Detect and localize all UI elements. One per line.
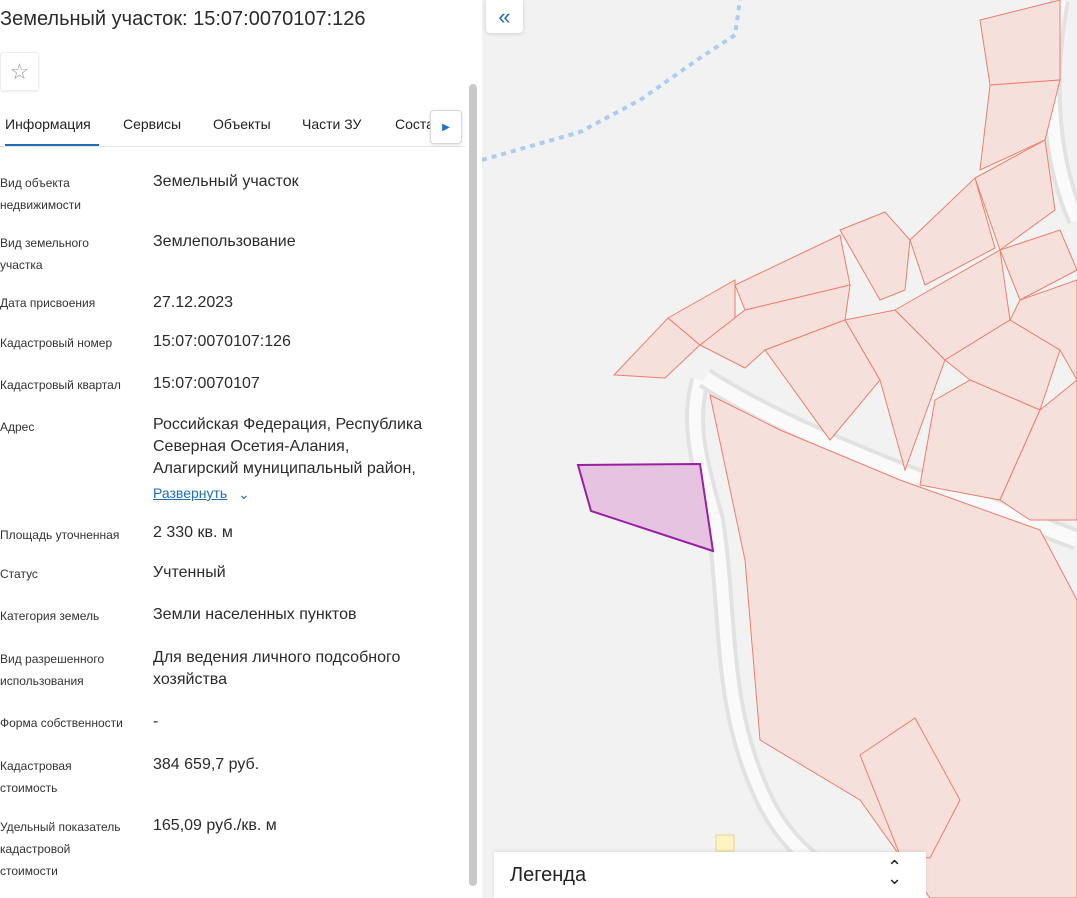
label-plot-type: Вид земельного участка [0,236,89,272]
value-ownership: - [153,713,159,730]
label-status: Статус [0,567,38,581]
expand-address-link[interactable]: Развернуть [153,485,227,501]
label-address: Адрес [0,420,35,434]
value-area: 2 330 кв. м [153,524,233,541]
favorite-star-icon[interactable]: ☆ [0,52,39,91]
tab-parts[interactable]: Части ЗУ [302,116,361,132]
tab-information[interactable]: Информация [5,116,99,146]
cadastral-map[interactable] [482,0,1077,898]
tab-objects[interactable]: Объекты [213,116,271,132]
tabs-next-icon[interactable]: ▶ [430,110,462,144]
value-cadastral-number: 15:07:0070107:126 [153,333,291,350]
value-land-category: Земли населенных пунктов [153,606,357,623]
selected-parcel [576,462,715,553]
value-cadastral-quarter: 15:07:0070107 [153,375,260,392]
label-cadastral-number: Кадастровый номер [0,336,113,350]
map-view[interactable] [482,0,1077,898]
value-assign-date: 27.12.2023 [153,294,234,311]
value-status: Учтенный [153,564,226,581]
tab-services[interactable]: Сервисы [123,116,181,132]
value-address: Российская Федерация, Республика Северна… [153,416,423,477]
legend-title: Легенда [510,864,587,886]
label-area: Площадь уточненная [0,528,120,542]
info-panel: Земельный участок: 15:07:0070107:126 ☆ И… [0,0,483,898]
map-marker [715,834,735,852]
label-cadastral-quarter: Кадастровый квартал [0,378,121,392]
page-title: Земельный участок: 15:07:0070107:126 [0,8,366,30]
value-permitted-use: Для ведения личного подсобного хозяйства [153,649,401,688]
label-specific-indicator: Удельный показатель кадастровой стоимост… [0,820,121,878]
value-plot-type: Землепользование [153,233,296,250]
label-cadastral-value: Кадастровая стоимость [0,759,72,795]
label-ownership: Форма собственности [0,716,123,730]
label-object-type: Вид объекта недвижимости [0,176,81,212]
panel-scrollbar[interactable] [469,84,477,886]
legend-bar[interactable]: Легенда ⌃ ⌄ [494,852,926,898]
label-land-category: Категория земель [0,609,100,623]
collapse-panel-icon[interactable]: « [486,0,523,33]
chevron-down-icon[interactable]: ⌄ [238,486,250,503]
legend-toggle-icon[interactable]: ⌃ ⌄ [887,858,902,887]
label-assign-date: Дата присвоения [0,296,96,310]
value-object-type: Земельный участок [153,173,299,190]
value-specific-indicator: 165,09 руб./кв. м [153,817,277,834]
label-permitted-use: Вид разрешенного использования [0,652,105,688]
value-cadastral-value: 384 659,7 руб. [153,756,260,773]
tab-composition[interactable]: Соста [395,116,434,132]
tab-bar: Информация Сервисы Объекты Части ЗУ Сост… [0,104,465,147]
